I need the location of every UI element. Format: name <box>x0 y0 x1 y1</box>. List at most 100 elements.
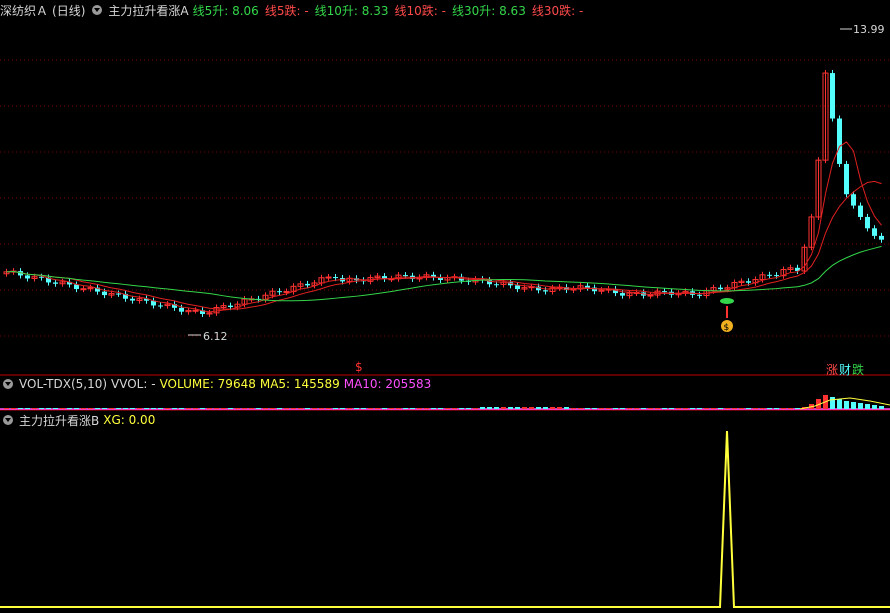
volume-bar <box>291 408 296 409</box>
candle-body <box>620 293 625 296</box>
volume-bar <box>144 408 149 409</box>
volume-bar <box>872 405 877 409</box>
volume-bar <box>396 408 401 409</box>
volume-bar <box>130 408 135 409</box>
volume-bar <box>417 408 422 409</box>
candle-body <box>333 277 338 279</box>
volume-bar <box>228 408 233 409</box>
candle-body <box>325 276 332 279</box>
volume-menu-icon[interactable] <box>3 379 13 389</box>
volume-bar <box>522 407 527 409</box>
price-chart[interactable]: 13.99 6.12 $ <box>0 0 890 613</box>
volume-bar <box>109 408 114 409</box>
volume-bar <box>837 399 842 409</box>
volume-bar <box>599 408 604 409</box>
signal-indicator-name[interactable]: 主力拉升看涨B <box>19 412 99 429</box>
volume-bar <box>613 408 618 409</box>
volume-bar <box>263 408 268 409</box>
volume-bar <box>242 408 247 409</box>
candle-body <box>872 228 877 236</box>
volume-bar <box>466 408 471 409</box>
volume-bar <box>4 408 9 409</box>
candle-body <box>53 282 58 284</box>
volume-bar <box>326 408 331 409</box>
candle-body <box>718 287 723 290</box>
volume-bar <box>151 408 156 409</box>
volume-bar <box>333 408 338 409</box>
legend-rise: 涨 <box>826 363 839 377</box>
candle-body <box>283 291 290 294</box>
volume-bar <box>746 408 751 409</box>
candle-body <box>116 293 121 295</box>
volume-bar <box>382 408 387 409</box>
volume-bar <box>760 408 765 409</box>
volume-bar <box>459 408 464 409</box>
candle-body <box>774 275 779 277</box>
volume-bar <box>312 408 317 409</box>
volume-bar <box>95 408 100 409</box>
candle-body <box>179 307 184 312</box>
volume-bar <box>368 408 373 409</box>
volume-bar <box>319 408 324 409</box>
volume-bar <box>508 407 513 409</box>
volume-bar <box>186 408 191 409</box>
volume-bar <box>361 408 366 409</box>
dollar-marker: $ <box>355 360 363 374</box>
candle-body <box>662 291 667 293</box>
volume-bar <box>431 408 436 409</box>
volume-bar <box>284 408 289 409</box>
volume-bar <box>375 408 380 409</box>
volume-bar <box>88 408 93 409</box>
volume-bar <box>606 408 611 409</box>
volume-bar <box>704 408 709 409</box>
ma10-value: MA10: 205583 <box>343 377 432 391</box>
candle-body <box>228 305 233 308</box>
volume-bar <box>116 408 121 409</box>
volume-bar <box>32 408 37 409</box>
volume-bar <box>620 408 625 409</box>
volume-bar <box>634 408 639 409</box>
signal-menu-icon[interactable] <box>3 415 13 425</box>
volume-bar <box>389 408 394 409</box>
candle-body <box>403 275 408 277</box>
volume-bar <box>578 408 583 409</box>
volume-bar <box>158 408 163 409</box>
volume-bar <box>256 408 261 409</box>
candle-body <box>767 274 772 276</box>
volume-bar <box>53 408 58 409</box>
volume-bar <box>739 408 744 409</box>
volume-bar <box>102 408 107 409</box>
volume-value: VOLUME: 79648 <box>159 377 256 391</box>
volume-bar <box>732 408 737 409</box>
volume-bar <box>60 408 65 409</box>
volume-bar <box>347 408 352 409</box>
volume-bar <box>123 408 128 409</box>
signal-panel-header: 主力拉升看涨B XG: 0.00 <box>0 412 155 428</box>
volume-bar <box>697 408 702 409</box>
volume-bar <box>718 408 723 409</box>
volume-bar <box>536 407 541 409</box>
volume-bar <box>830 397 835 409</box>
candle-body <box>277 291 282 293</box>
volume-bar <box>844 401 849 409</box>
volume-bar <box>767 408 772 409</box>
volume-bar <box>648 408 653 409</box>
volume-bar <box>305 408 310 409</box>
volume-bar <box>137 408 142 409</box>
volume-bar <box>424 408 429 409</box>
candle-body <box>130 298 135 301</box>
volume-bar <box>515 407 520 409</box>
volume-bar <box>277 408 282 409</box>
volume-bar <box>487 407 492 409</box>
volume-indicator-name[interactable]: VOL-TDX(5,10) <box>19 377 107 391</box>
volume-bar <box>494 407 499 409</box>
volume-bar <box>627 408 632 409</box>
volume-bar <box>676 408 681 409</box>
ma30-line <box>6 245 882 302</box>
volume-bar <box>683 408 688 409</box>
volume-bar <box>452 408 457 409</box>
volume-bar <box>879 406 884 409</box>
money-bag-label: $ <box>724 323 730 333</box>
volume-bar <box>403 408 408 409</box>
volume-bar <box>557 407 562 409</box>
